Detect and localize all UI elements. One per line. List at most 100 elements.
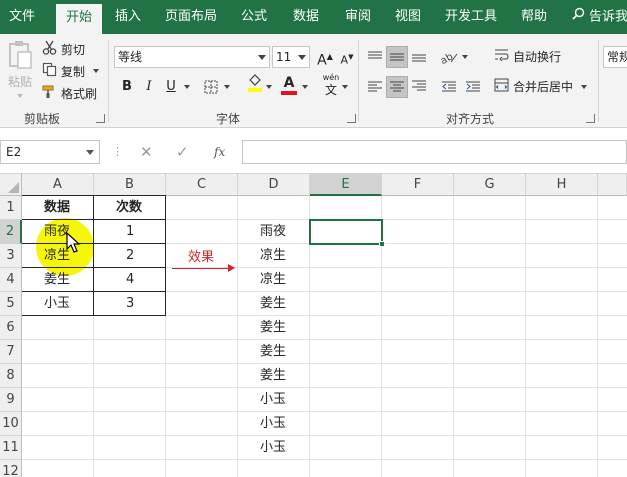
gridline bbox=[22, 339, 627, 340]
result-cell[interactable]: 凉生 bbox=[260, 268, 286, 292]
tab-help[interactable]: 帮助 bbox=[514, 0, 554, 34]
format-painter-button[interactable]: 格式刷 bbox=[42, 84, 97, 102]
align-left-button[interactable] bbox=[364, 76, 386, 98]
clipboard-dialog-launcher[interactable] bbox=[96, 114, 105, 123]
table-cell-count[interactable]: 3 bbox=[126, 292, 134, 316]
row-header-8[interactable]: 8 bbox=[0, 364, 22, 388]
italic-button[interactable]: I bbox=[138, 76, 160, 98]
grow-font-button[interactable]: A▲ bbox=[314, 46, 336, 69]
row-header-1[interactable]: 1 bbox=[0, 196, 22, 220]
result-cell[interactable]: 小玉 bbox=[260, 436, 286, 460]
column-header-b[interactable]: B bbox=[94, 174, 166, 196]
row-header-2[interactable]: 2 bbox=[0, 220, 22, 244]
table-cell-name[interactable]: 姜生 bbox=[44, 268, 70, 292]
borders-button[interactable] bbox=[200, 76, 222, 98]
row-header-11[interactable]: 11 bbox=[0, 436, 22, 460]
tab-file[interactable]: 文件 bbox=[0, 0, 44, 34]
align-center-button[interactable] bbox=[386, 76, 408, 98]
tab-home[interactable]: 开始 bbox=[56, 4, 102, 34]
row-header-4[interactable]: 4 bbox=[0, 268, 22, 292]
column-header-g[interactable]: G bbox=[454, 174, 526, 196]
tab-developer[interactable]: 开发工具 bbox=[438, 0, 504, 34]
confirm-entry-icon[interactable]: ✓ bbox=[176, 140, 189, 164]
worksheet-grid[interactable]: A B C D E F G H 1 2 3 4 5 6 7 8 9 10 11 … bbox=[0, 174, 627, 477]
column-header-d[interactable]: D bbox=[238, 174, 310, 196]
table-cell-count[interactable]: 2 bbox=[126, 244, 134, 268]
decrease-indent-button[interactable] bbox=[438, 76, 460, 98]
font-size-combo[interactable]: 11 bbox=[272, 46, 310, 68]
phonetic-button[interactable]: wén 文 bbox=[320, 72, 342, 96]
name-box[interactable]: E2 bbox=[0, 140, 100, 164]
fill-handle[interactable] bbox=[379, 241, 385, 247]
scissors-icon bbox=[42, 40, 57, 58]
column-header-c[interactable]: C bbox=[166, 174, 238, 196]
merge-center-button[interactable]: 合并后居中 bbox=[494, 78, 588, 95]
table-cell-name[interactable]: 小玉 bbox=[44, 292, 70, 316]
row-header-12[interactable]: 12 bbox=[0, 460, 22, 477]
font-dialog-launcher[interactable] bbox=[347, 114, 356, 123]
arrow-right-icon bbox=[228, 264, 235, 272]
align-bottom-button[interactable] bbox=[408, 46, 430, 68]
font-name-combo[interactable]: 等线 bbox=[114, 46, 270, 68]
cancel-entry-icon[interactable]: ✕ bbox=[140, 140, 153, 164]
table-header-data[interactable]: 数据 bbox=[44, 196, 70, 220]
chevron-down-icon[interactable] bbox=[266, 85, 272, 89]
row-header-5[interactable]: 5 bbox=[0, 292, 22, 316]
insert-function-icon[interactable]: fx bbox=[214, 140, 225, 164]
row-header-7[interactable]: 7 bbox=[0, 340, 22, 364]
row-header-9[interactable]: 9 bbox=[0, 388, 22, 412]
result-cell[interactable]: 凉生 bbox=[260, 244, 286, 268]
cut-button[interactable]: 剪切 bbox=[42, 40, 85, 58]
format-painter-label: 格式刷 bbox=[61, 86, 98, 101]
alignment-dialog-launcher[interactable] bbox=[586, 114, 595, 123]
font-color-button[interactable]: A bbox=[278, 72, 300, 95]
active-cell-e2[interactable] bbox=[309, 219, 383, 245]
tab-view[interactable]: 视图 bbox=[388, 0, 428, 34]
table-cell-count[interactable]: 1 bbox=[126, 220, 134, 244]
paste-button[interactable]: 粘贴 bbox=[4, 40, 36, 98]
row-header-6[interactable]: 6 bbox=[0, 316, 22, 340]
tab-data[interactable]: 数据 bbox=[286, 0, 326, 34]
orientation-button[interactable]: ab bbox=[438, 46, 460, 68]
result-cell[interactable]: 姜生 bbox=[260, 316, 286, 340]
tab-insert[interactable]: 插入 bbox=[108, 0, 148, 34]
select-all-button[interactable] bbox=[0, 174, 22, 196]
tab-formulas[interactable]: 公式 bbox=[234, 0, 274, 34]
increase-indent-button[interactable] bbox=[462, 76, 484, 98]
align-top-button[interactable] bbox=[364, 46, 386, 68]
result-cell[interactable]: 雨夜 bbox=[260, 220, 286, 244]
result-cell[interactable]: 小玉 bbox=[260, 412, 286, 436]
align-right-button[interactable] bbox=[408, 76, 430, 98]
fill-color-button[interactable] bbox=[244, 74, 266, 96]
chevron-down-icon[interactable] bbox=[224, 85, 230, 89]
column-header-i[interactable] bbox=[598, 174, 627, 196]
result-cell[interactable]: 姜生 bbox=[260, 292, 286, 316]
table-cell-count[interactable]: 4 bbox=[126, 268, 134, 292]
shrink-font-button[interactable]: A▼ bbox=[336, 46, 358, 68]
formula-input[interactable] bbox=[242, 140, 627, 164]
row-header-10[interactable]: 10 bbox=[0, 412, 22, 436]
wrap-text-button[interactable]: 自动换行 bbox=[494, 48, 561, 65]
chevron-down-icon[interactable] bbox=[184, 85, 190, 89]
underline-button[interactable]: U bbox=[160, 76, 182, 98]
align-middle-button[interactable] bbox=[386, 46, 408, 68]
column-header-e[interactable]: E bbox=[310, 174, 382, 196]
result-cell[interactable]: 姜生 bbox=[260, 364, 286, 388]
chevron-down-icon[interactable] bbox=[302, 85, 308, 89]
row-header-3[interactable]: 3 bbox=[0, 244, 22, 268]
chevron-down-icon[interactable] bbox=[462, 55, 468, 59]
result-cell[interactable]: 姜生 bbox=[260, 340, 286, 364]
tab-page-layout[interactable]: 页面布局 bbox=[160, 0, 222, 34]
chevron-down-icon[interactable] bbox=[342, 85, 348, 89]
column-header-a[interactable]: A bbox=[22, 174, 94, 196]
column-header-h[interactable]: H bbox=[526, 174, 598, 196]
copy-button[interactable]: 复制 bbox=[42, 62, 100, 80]
bold-button[interactable]: B bbox=[116, 76, 138, 98]
table-header-count[interactable]: 次数 bbox=[116, 196, 142, 220]
result-cell[interactable]: 小玉 bbox=[260, 388, 286, 412]
tab-review[interactable]: 审阅 bbox=[338, 0, 378, 34]
column-header-f[interactable]: F bbox=[382, 174, 454, 196]
tell-me-search[interactable]: 告诉我 bbox=[572, 0, 627, 34]
number-format-combo[interactable]: 常规 bbox=[603, 46, 627, 68]
more-options-icon: ⋮ bbox=[112, 145, 123, 158]
